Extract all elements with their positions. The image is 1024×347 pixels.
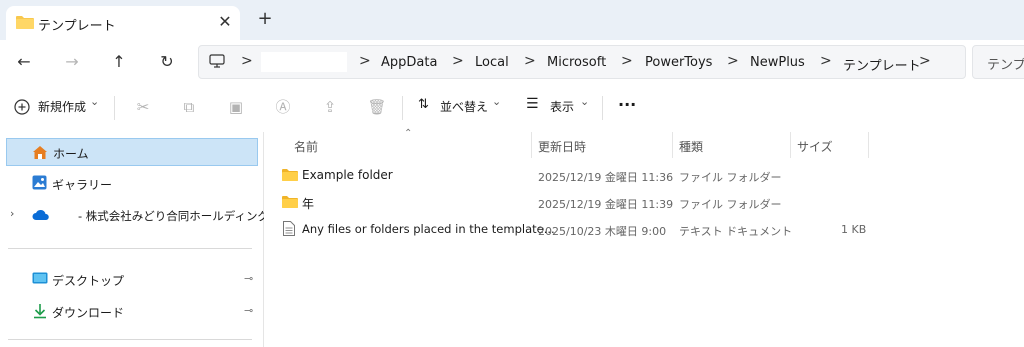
pin-icon[interactable]: ⊸ — [244, 304, 253, 317]
breadcrumb-separator: > — [919, 53, 931, 69]
sidebar-item-label: ホーム — [53, 147, 89, 161]
column-divider[interactable] — [868, 132, 869, 158]
chevron-down-icon[interactable]: ⌄ — [580, 95, 589, 108]
file-date: 2025/10/23 木曜日 9:00 — [538, 225, 667, 238]
sidebar-item-label: デスクトップ — [52, 274, 125, 288]
folder-icon — [282, 196, 298, 208]
file-type: テキスト ドキュメント — [679, 225, 793, 238]
navigation-bar: ← → ↑ ↻ > > AppData > Local > Microsoft … — [0, 40, 1024, 84]
gallery-icon — [32, 175, 47, 190]
home-icon — [33, 146, 47, 159]
sort-icon: ⇅ — [418, 97, 429, 112]
divider — [8, 339, 252, 340]
column-divider[interactable] — [531, 132, 532, 158]
file-date: 2025/12/19 金曜日 11:36 — [538, 171, 674, 184]
breadcrumb-microsoft[interactable]: Microsoft — [547, 55, 606, 70]
sort-button[interactable]: 並べ替え — [440, 98, 488, 115]
sidebar-item-desktop[interactable]: デスクトップ ⊸ — [6, 266, 258, 292]
copy-icon[interactable]: ⧉ — [178, 96, 200, 118]
file-name: Any files or folders placed in the templ… — [302, 222, 555, 236]
navigation-pane: ホーム ギャラリー › - 株式会社みどり合同ホールディングス デスクトップ ⊸ — [0, 132, 281, 347]
table-row[interactable]: Example folder 2025/12/19 金曜日 11:36 ファイル… — [274, 164, 870, 186]
search-box[interactable]: テンプレ — [972, 45, 1024, 79]
divider — [402, 96, 403, 120]
sidebar-item-home[interactable]: ホーム — [6, 138, 258, 166]
delete-icon[interactable]: 🗑 — [366, 96, 388, 118]
search-input[interactable]: テンプレ — [987, 54, 1024, 73]
chevron-down-icon[interactable]: ⌄ — [90, 95, 99, 108]
table-row[interactable]: Any files or folders placed in the templ… — [274, 218, 870, 240]
sidebar-item-label: ギャラリー — [52, 178, 113, 192]
column-header-size[interactable]: サイズ — [797, 138, 833, 155]
column-divider[interactable] — [790, 132, 791, 158]
command-bar: 新規作成 ⌄ ✂ ⧉ ▣ Ⓐ ⇪ 🗑 ⇅ 並べ替え ⌄ ☰ 表示 ⌄ ··· — [0, 84, 1024, 133]
breadcrumb-separator: > — [621, 53, 633, 69]
breadcrumb-separator: > — [452, 53, 464, 69]
tab-title: テンプレート — [38, 19, 116, 34]
column-header-name[interactable]: 名前 — [294, 138, 318, 155]
download-icon — [34, 304, 46, 319]
redacted-segment — [261, 52, 347, 72]
view-button[interactable]: 表示 — [550, 98, 574, 115]
folder-icon — [282, 169, 298, 181]
cut-icon[interactable]: ✂ — [132, 96, 154, 118]
chevron-right-icon[interactable]: › — [10, 207, 14, 220]
share-icon[interactable]: ⇪ — [319, 96, 341, 118]
breadcrumb-powertoys[interactable]: PowerToys — [645, 55, 712, 70]
sidebar-item-gallery[interactable]: ギャラリー — [6, 170, 258, 196]
folder-icon — [16, 16, 34, 29]
sidebar-item-onedrive[interactable]: › - 株式会社みどり合同ホールディングス — [0, 202, 281, 228]
breadcrumb-separator: > — [820, 53, 832, 69]
column-header-type[interactable]: 種類 — [679, 138, 703, 155]
breadcrumb-newplus[interactable]: NewPlus — [750, 55, 805, 70]
file-name: 年 — [302, 197, 315, 211]
divider — [602, 96, 603, 120]
text-file-icon — [283, 221, 295, 236]
rename-icon[interactable]: Ⓐ — [272, 96, 294, 118]
breadcrumb-appdata[interactable]: AppData — [381, 55, 437, 70]
breadcrumb-separator: > — [524, 53, 536, 69]
new-button[interactable]: 新規作成 — [38, 98, 86, 115]
cloud-icon — [32, 209, 49, 220]
column-divider[interactable] — [672, 132, 673, 158]
view-list-icon: ☰ — [526, 96, 539, 112]
paste-icon[interactable]: ▣ — [225, 96, 247, 118]
new-tab-button[interactable]: + — [254, 8, 276, 30]
file-list: ⌃ 名前 更新日時 種類 サイズ Example folder 2025/12/… — [264, 128, 1024, 347]
sidebar-item-downloads[interactable]: ダウンロード ⊸ — [6, 298, 258, 324]
divider — [114, 96, 115, 120]
breadcrumb-separator: > — [241, 53, 253, 69]
add-circle-icon — [14, 99, 30, 115]
pc-icon — [209, 54, 225, 68]
file-name: Example folder — [302, 168, 393, 182]
up-arrow-icon[interactable]: ↑ — [107, 50, 131, 74]
file-type: ファイル フォルダー — [679, 198, 782, 211]
close-icon[interactable]: ✕ — [214, 11, 236, 33]
sidebar-item-label: ダウンロード — [52, 306, 125, 320]
table-row[interactable]: 年 2025/12/19 金曜日 11:39 ファイル フォルダー — [274, 191, 870, 213]
tab-bar: テンプレート ✕ + — [0, 0, 1024, 41]
divider — [8, 248, 252, 249]
sidebar-item-label: - 株式会社みどり合同ホールディングス — [78, 209, 281, 223]
breadcrumb-separator: > — [727, 53, 739, 69]
tab-active[interactable]: テンプレート ✕ — [6, 6, 240, 40]
breadcrumb-template[interactable]: テンプレート — [843, 55, 921, 74]
file-date: 2025/12/19 金曜日 11:39 — [538, 198, 674, 211]
pin-icon[interactable]: ⊸ — [244, 272, 253, 285]
sort-up-icon: ⌃ — [404, 128, 413, 139]
chevron-down-icon[interactable]: ⌄ — [492, 95, 501, 108]
desktop-icon — [32, 272, 48, 284]
back-arrow-icon[interactable]: ← — [12, 50, 36, 74]
file-type: ファイル フォルダー — [679, 171, 782, 184]
forward-arrow-icon[interactable]: → — [60, 50, 84, 74]
refresh-icon[interactable]: ↻ — [155, 50, 179, 74]
column-header-date[interactable]: 更新日時 — [538, 138, 586, 155]
more-options-button[interactable]: ··· — [618, 95, 636, 114]
address-bar[interactable]: > > AppData > Local > Microsoft > PowerT… — [198, 45, 966, 79]
breadcrumb-local[interactable]: Local — [475, 55, 509, 70]
breadcrumb-separator: > — [359, 53, 371, 69]
file-size: 1 KB — [841, 223, 867, 236]
